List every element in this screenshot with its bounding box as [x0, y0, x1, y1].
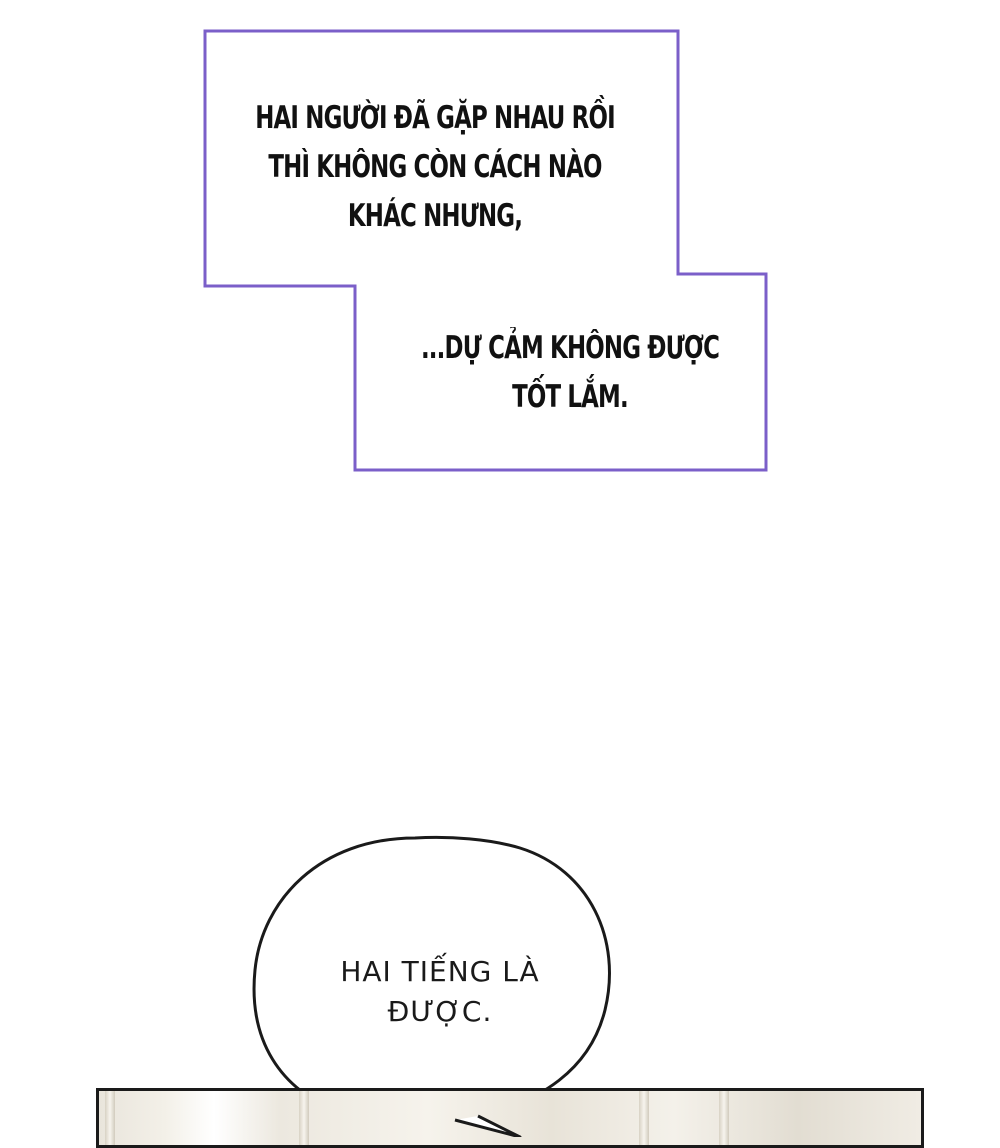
narration-line: KHÁC NHƯNG, — [347, 198, 523, 234]
speech-line: HAI TIẾNG LÀ — [340, 955, 540, 988]
narration-line: ...DỰ CẢM KHÔNG ĐƯỢC — [420, 330, 720, 366]
speech-bubble-text: HAI TIẾNG LÀ ĐƯỢC. — [290, 952, 590, 1032]
narration-line: HAI NGƯỜI ĐÃ GẶP NHAU RỒI — [255, 100, 615, 136]
narration-text-2: ...DỰ CẢM KHÔNG ĐƯỢC TỐT LẮM. — [406, 324, 734, 422]
narration-line: THÌ KHÔNG CÒN CÁCH NÀO — [268, 149, 602, 185]
narration-text-1: HAI NGƯỜI ĐÃ GẶP NHAU RỒI THÌ KHÔNG CÒN … — [230, 94, 640, 241]
speech-bubble-tail — [454, 1114, 522, 1137]
speech-line: ĐƯỢC. — [387, 995, 493, 1028]
narration-line: TỐT LẮM. — [512, 379, 629, 415]
